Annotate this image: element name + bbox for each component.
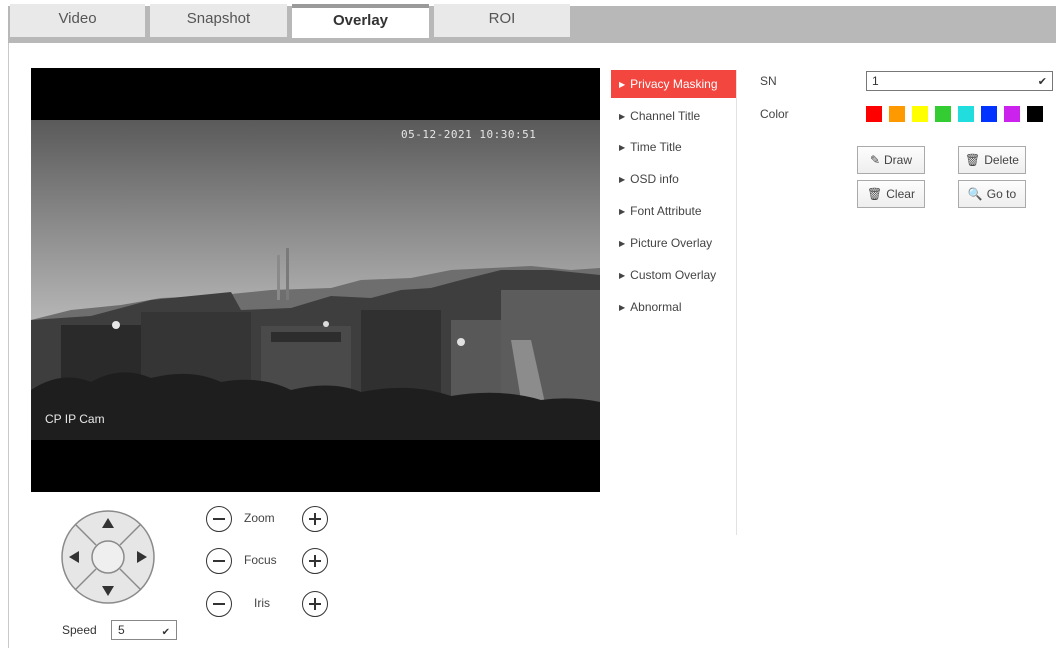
- ptz-direction-wheel[interactable]: [60, 509, 156, 605]
- color-swatch[interactable]: [1004, 106, 1020, 122]
- sn-label: SN: [760, 74, 777, 88]
- focus-plus-button[interactable]: [302, 548, 328, 574]
- speed-label: Speed: [62, 623, 97, 637]
- draw-button[interactable]: ✎ Draw: [857, 146, 925, 174]
- speed-value: 5: [118, 623, 125, 637]
- menu-item-privacy-masking[interactable]: ▶ Privacy Masking: [611, 70, 736, 98]
- caret-right-icon: ▶: [619, 112, 626, 121]
- sn-value: 1: [872, 74, 879, 88]
- clear-button[interactable]: 🗑 Clear: [857, 180, 925, 208]
- edit-icon: ✎: [869, 153, 881, 167]
- menu-item-font-attribute[interactable]: ▶ Font Attribute: [611, 197, 736, 225]
- color-swatch[interactable]: [1027, 106, 1043, 122]
- caret-right-icon: ▶: [619, 303, 626, 312]
- focus-label: Focus: [244, 553, 277, 567]
- zoom-label: Zoom: [244, 511, 275, 525]
- delete-button[interactable]: 🗑 Delete: [958, 146, 1026, 174]
- speed-select[interactable]: 5 ✔: [111, 620, 177, 640]
- focus-control: Focus: [206, 548, 336, 574]
- color-label: Color: [760, 107, 789, 121]
- color-swatch[interactable]: [981, 106, 997, 122]
- caret-right-icon: ▶: [619, 207, 626, 216]
- color-swatch[interactable]: [889, 106, 905, 122]
- video-channel-title: CP IP Cam: [45, 412, 105, 426]
- camera-scene-image: [31, 120, 600, 440]
- color-swatch[interactable]: [912, 106, 928, 122]
- menu-item-abnormal[interactable]: ▶ Abnormal: [611, 293, 736, 321]
- tab-roi[interactable]: ROI: [434, 4, 570, 37]
- overlay-menu: ▶ Privacy Masking ▶ Channel Title ▶ Time Ti…: [611, 70, 737, 535]
- menu-item-time-title[interactable]: ▶ Time Title: [611, 133, 736, 161]
- caret-right-icon: ▶: [619, 271, 626, 280]
- video-preview[interactable]: 05-12-2021 10:30:51 CP IP Cam: [31, 68, 600, 492]
- sn-select[interactable]: 1 ✔: [866, 71, 1053, 91]
- tab-video[interactable]: Video: [10, 4, 145, 37]
- zoom-out-button[interactable]: [206, 506, 232, 532]
- color-swatch[interactable]: [958, 106, 974, 122]
- menu-item-picture-overlay[interactable]: ▶ Picture Overlay: [611, 229, 736, 257]
- zoom-control: Zoom: [206, 506, 336, 532]
- trash-icon: 🗑: [867, 187, 883, 201]
- color-swatch[interactable]: [935, 106, 951, 122]
- iris-minus-button[interactable]: [206, 591, 232, 617]
- chevron-down-icon: ✔: [161, 627, 170, 638]
- menu-item-custom-overlay[interactable]: ▶ Custom Overlay: [611, 261, 736, 289]
- zoom-in-button[interactable]: [302, 506, 328, 532]
- caret-right-icon: ▶: [619, 143, 626, 152]
- menu-item-osd-info[interactable]: ▶ OSD info: [611, 165, 736, 193]
- caret-right-icon: ▶: [619, 239, 626, 248]
- tab-overlay[interactable]: Overlay: [292, 4, 429, 38]
- menu-item-channel-title[interactable]: ▶ Channel Title: [611, 102, 736, 130]
- caret-right-icon: ▶: [619, 80, 626, 89]
- chevron-down-icon: ✔: [1037, 76, 1047, 88]
- iris-plus-button[interactable]: [302, 591, 328, 617]
- video-time-overlay: 05-12-2021 10:30:51: [401, 128, 537, 141]
- trash-icon: 🗑: [965, 153, 981, 167]
- tab-snapshot[interactable]: Snapshot: [150, 4, 287, 37]
- goto-button[interactable]: 🔍 Go to: [958, 180, 1026, 208]
- caret-right-icon: ▶: [619, 175, 626, 184]
- focus-minus-button[interactable]: [206, 548, 232, 574]
- color-swatch[interactable]: [866, 106, 882, 122]
- search-icon: 🔍: [967, 187, 983, 201]
- iris-control: Iris: [206, 591, 336, 617]
